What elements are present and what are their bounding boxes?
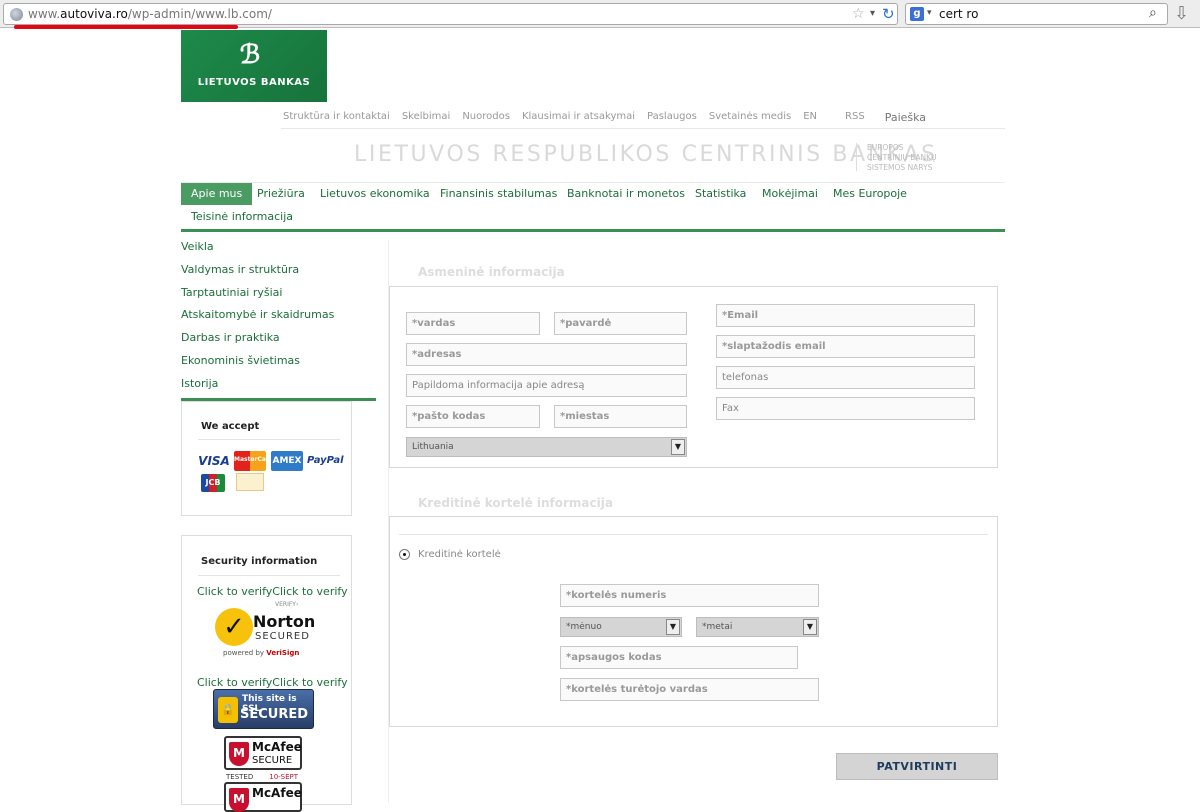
we-accept-box: We accept VISA MasterCard AMEX PayPal JC… bbox=[181, 401, 352, 516]
top-link[interactable]: Struktūra ir kontaktai bbox=[283, 111, 390, 125]
nav-mes-europoje[interactable]: Mes Europoje bbox=[823, 183, 917, 205]
card-radio[interactable] bbox=[399, 549, 410, 560]
browser-toolbar: www.autoviva.ro/wp-admin/www.lb.com/ ☆ ▾… bbox=[0, 0, 1200, 28]
last-name-field[interactable]: *pavardė bbox=[554, 312, 687, 335]
top-link[interactable]: RSS bbox=[845, 111, 865, 125]
sidebar-item-veikla[interactable]: Veikla bbox=[181, 240, 376, 263]
submit-button[interactable]: PATVIRTINTI bbox=[836, 753, 998, 780]
search-icon[interactable]: ⌕ bbox=[1149, 5, 1157, 21]
chevron-down-icon[interactable]: ▾ bbox=[870, 8, 875, 19]
top-links: Struktūra ir kontaktai Skelbimai Nuorodo… bbox=[283, 111, 938, 125]
bank-logo[interactable]: ℬ LIETUVOS BANKAS bbox=[181, 30, 327, 102]
search-bar[interactable]: g ▾ cert ro ⌕ bbox=[905, 3, 1168, 25]
mcafee-seal[interactable]: M McAfee bbox=[224, 782, 302, 812]
search-input[interactable]: cert ro bbox=[939, 7, 978, 21]
email-password-field[interactable]: *slaptažodis email bbox=[716, 335, 975, 358]
lock-icon: 🔒 bbox=[218, 697, 238, 723]
chevron-down-icon[interactable]: ▾ bbox=[927, 8, 932, 18]
sidebar-item-istorija[interactable]: Istorija bbox=[181, 377, 376, 400]
url-highlight bbox=[14, 25, 238, 29]
nav-statistika[interactable]: Statistika bbox=[685, 183, 756, 205]
nav-prieziura[interactable]: Priežiūra bbox=[247, 183, 315, 205]
address-extra-field[interactable]: Papildoma informacija apie adresą bbox=[406, 374, 687, 397]
card-radio-label[interactable]: Kreditinė kortelė bbox=[418, 549, 501, 560]
we-accept-title: We accept bbox=[201, 421, 260, 432]
card-number-field[interactable]: *kortelės numeris bbox=[560, 584, 819, 607]
sidebar-menu: Veikla Valdymas ir struktūra Tarptautini… bbox=[181, 240, 376, 400]
bank-title: LIETUVOS RESPUBLIKOS CENTRINIS BANKAS bbox=[354, 142, 938, 167]
fax-field[interactable]: Fax bbox=[716, 397, 975, 420]
norton-seal[interactable]: VERIFY› ✓ Norton SECURED powered by Veri… bbox=[215, 600, 315, 660]
ssl-secured-seal[interactable]: 🔒 This site is SSL SECURED bbox=[213, 689, 314, 729]
mcafee-shield-icon: M bbox=[229, 742, 249, 766]
top-link[interactable]: Klausimai ir atsakymai bbox=[522, 111, 635, 125]
top-link[interactable]: EN bbox=[803, 111, 817, 125]
top-link[interactable]: Nuorodos bbox=[462, 111, 510, 125]
divider bbox=[856, 143, 857, 171]
nav-mokejimai[interactable]: Mokėjimai bbox=[752, 183, 828, 205]
sidebar-item-rysiai[interactable]: Tarptautiniai ryšiai bbox=[181, 286, 376, 309]
jcb-logo: JCB bbox=[201, 474, 225, 492]
mastercard-logo: MasterCard bbox=[234, 451, 273, 471]
search-link[interactable]: Paieška bbox=[885, 111, 926, 125]
nav-teisine-informacija[interactable]: Teisinė informacija bbox=[181, 206, 303, 228]
ecb-note: EUROPOS CENTRINIŲ BANKŲ SISTEMOS NARYS bbox=[867, 143, 937, 172]
paypal-logo: PayPal bbox=[307, 455, 344, 466]
check-icon bbox=[236, 473, 264, 491]
download-icon[interactable]: ⇩ bbox=[1174, 3, 1189, 24]
top-link[interactable]: Skelbimai bbox=[402, 111, 451, 125]
divider bbox=[198, 439, 340, 440]
nav-underline bbox=[181, 229, 1005, 232]
url-text[interactable]: www.autoviva.ro/wp-admin/www.lb.com/ bbox=[28, 7, 272, 21]
star-icon[interactable]: ☆ bbox=[852, 6, 865, 22]
nav-apie-mus[interactable]: Apie mus bbox=[181, 183, 253, 205]
chevron-down-icon[interactable]: ▼ bbox=[666, 619, 680, 635]
logo-text: LIETUVOS BANKAS bbox=[197, 77, 311, 88]
main-nav: Apie mus Priežiūra Lietuvos ekonomika Fi… bbox=[181, 183, 1005, 231]
chevron-down-icon[interactable]: ▼ bbox=[671, 439, 685, 455]
globe-icon bbox=[10, 8, 23, 21]
card-info-title: Kreditinė kortelė informacija bbox=[418, 496, 613, 510]
year-select[interactable]: *metai ▼ bbox=[696, 617, 819, 637]
checkmark-icon: ✓ bbox=[215, 608, 253, 646]
top-link[interactable]: Paslaugos bbox=[647, 111, 697, 125]
amex-logo: AMEX bbox=[271, 451, 303, 471]
mcafee-seal[interactable]: M McAfee SECURE bbox=[224, 736, 302, 770]
sidebar-item-valdymas[interactable]: Valdymas ir struktūra bbox=[181, 263, 376, 286]
bank-emblem-icon: ℬ bbox=[239, 40, 261, 70]
google-icon[interactable]: g bbox=[910, 7, 924, 21]
divider bbox=[281, 128, 1005, 129]
personal-info-title: Asmeninė informacija bbox=[418, 265, 565, 279]
sidebar-item-svietimas[interactable]: Ekonominis švietimas bbox=[181, 354, 376, 377]
cardholder-name-field[interactable]: *kortelės turėtojo vardas bbox=[560, 678, 819, 701]
top-link[interactable]: Svetainės medis bbox=[709, 111, 791, 125]
phone-field[interactable]: telefonas bbox=[716, 366, 975, 389]
chevron-down-icon[interactable]: ▼ bbox=[803, 619, 817, 635]
security-code-field[interactable]: *apsaugos kodas bbox=[560, 646, 798, 669]
divider bbox=[399, 534, 988, 535]
visa-logo: VISA bbox=[198, 454, 230, 468]
nav-finansinis-stabilumas[interactable]: Finansinis stabilumas bbox=[430, 183, 567, 205]
month-select[interactable]: *mėnuo ▼ bbox=[560, 617, 682, 637]
postal-code-field[interactable]: *pašto kodas bbox=[406, 405, 540, 428]
sidebar-item-darbas[interactable]: Darbas ir praktika bbox=[181, 331, 376, 354]
verify-link[interactable]: Click to verifyClick to verify bbox=[197, 585, 348, 598]
city-field[interactable]: *miestas bbox=[554, 405, 687, 428]
address-bar[interactable]: www.autoviva.ro/wp-admin/www.lb.com/ ☆ ▾… bbox=[3, 3, 898, 25]
sidebar-item-atskaitomybe[interactable]: Atskaitomybė ir skaidrumas bbox=[181, 308, 376, 331]
mcafee-tested-date: TESTED 10-SEPT bbox=[226, 773, 299, 781]
address-field[interactable]: *adresas bbox=[406, 343, 687, 366]
nav-banknotai[interactable]: Banknotai ir monetos bbox=[557, 183, 695, 205]
security-title: Security information bbox=[201, 556, 318, 567]
mcafee-shield-icon: M bbox=[229, 788, 249, 812]
divider bbox=[198, 575, 340, 576]
email-field[interactable]: *Email bbox=[716, 304, 975, 327]
verify-link[interactable]: Click to verifyClick to verify bbox=[197, 676, 348, 689]
country-select[interactable]: Lithuania ▼ bbox=[406, 437, 687, 457]
first-name-field[interactable]: *vardas bbox=[406, 312, 540, 335]
reload-icon[interactable]: ↻ bbox=[882, 5, 895, 23]
nav-lietuvos-ekonomika[interactable]: Lietuvos ekonomika bbox=[310, 183, 440, 205]
